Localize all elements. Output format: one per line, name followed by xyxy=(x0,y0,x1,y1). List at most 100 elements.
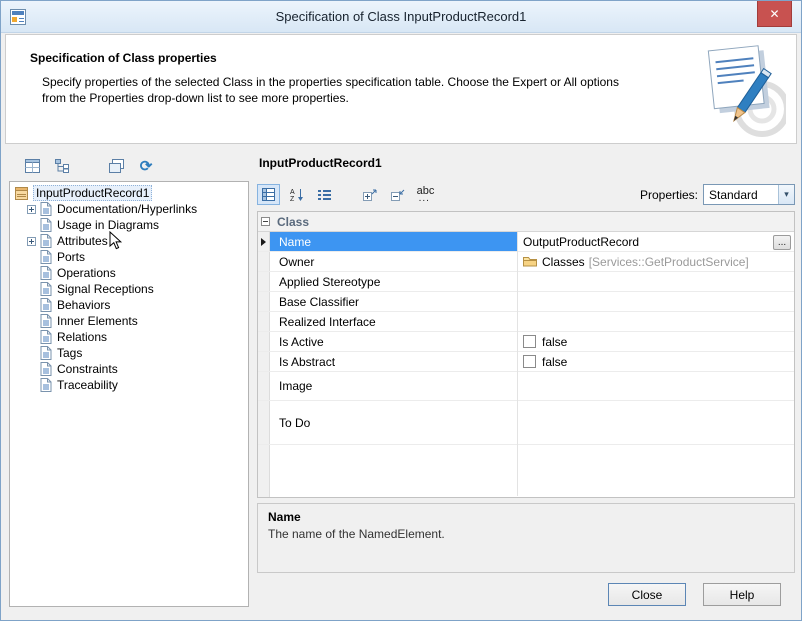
property-label[interactable]: Name xyxy=(270,232,517,251)
close-icon[interactable]: ✕ xyxy=(757,1,792,27)
class-group-header[interactable]: Class xyxy=(258,212,794,232)
tree-item-label: Relations xyxy=(57,330,107,344)
tree-item-tags[interactable]: Tags xyxy=(10,345,248,361)
tree-item-label: Signal Receptions xyxy=(57,282,154,296)
property-label[interactable]: Is Active xyxy=(270,332,517,351)
property-row-realized-interface[interactable]: Realized Interface xyxy=(258,312,794,332)
tree-item-ports[interactable]: Ports xyxy=(10,249,248,265)
titlebar[interactable]: Specification of Class InputProductRecor… xyxy=(1,1,801,33)
ellipsis-button[interactable]: ... xyxy=(773,235,791,250)
containment-tree[interactable]: InputProductRecord1 Documentation/Hyperl… xyxy=(9,181,249,607)
flat-view-icon[interactable] xyxy=(313,184,336,205)
property-value-cell[interactable] xyxy=(517,272,794,291)
document-icon xyxy=(40,250,52,264)
tree-item-signal-receptions[interactable]: Signal Receptions xyxy=(10,281,248,297)
tree-item-label: Behaviors xyxy=(57,298,110,312)
property-row-to-do[interactable]: To Do xyxy=(258,401,794,445)
property-value-cell[interactable] xyxy=(517,312,794,331)
property-value-cell[interactable]: false xyxy=(517,352,794,371)
footer: Close Help xyxy=(608,583,781,606)
document-icon xyxy=(40,346,52,360)
property-value-cell[interactable]: false xyxy=(517,332,794,351)
property-label[interactable]: Base Classifier xyxy=(270,292,517,311)
property-row-base-classifier[interactable]: Base Classifier xyxy=(258,292,794,312)
tree-item-usage-in-diagrams[interactable]: Usage in Diagrams xyxy=(10,217,248,233)
group-label: Class xyxy=(277,215,309,229)
property-row-is-active[interactable]: Is Active false xyxy=(258,332,794,352)
property-value-cell[interactable]: Classes [Services::GetProductService] xyxy=(517,252,794,271)
property-value-cell[interactable]: OutputProductRecord ... xyxy=(517,232,794,251)
close-button[interactable]: Close xyxy=(608,583,686,606)
document-icon xyxy=(40,218,52,232)
tree-item-relations[interactable]: Relations xyxy=(10,329,248,345)
collapse-icon[interactable] xyxy=(261,217,270,226)
properties-filter: Properties: Standard ▾ xyxy=(640,184,795,205)
left-toolbar: ⟳ xyxy=(9,151,249,181)
properties-selected-value: Standard xyxy=(704,188,778,202)
property-row-name[interactable]: Name OutputProductRecord ... xyxy=(258,232,794,252)
property-label[interactable]: To Do xyxy=(270,401,517,444)
tree-item-traceability[interactable]: Traceability xyxy=(10,377,248,393)
property-value-cell[interactable] xyxy=(517,372,794,400)
owner-value[interactable]: Classes xyxy=(542,255,585,269)
window-icon xyxy=(10,9,26,25)
spec-tables-icon[interactable] xyxy=(23,157,41,175)
document-icon xyxy=(40,202,52,216)
document-icon xyxy=(40,298,52,312)
containment-tree-icon[interactable] xyxy=(53,157,71,175)
document-icon xyxy=(40,234,52,248)
document-icon xyxy=(40,282,52,296)
tree-item-label: Traceability xyxy=(57,378,118,392)
property-label[interactable]: Image xyxy=(270,372,517,400)
folder-icon xyxy=(523,256,537,267)
tree-item-label: Constraints xyxy=(57,362,118,376)
properties-select[interactable]: Standard ▾ xyxy=(703,184,795,205)
property-row-owner[interactable]: Owner Classes [Services::GetProductServi… xyxy=(258,252,794,272)
document-icon xyxy=(40,378,52,392)
collapse-all-icon[interactable] xyxy=(386,184,409,205)
checkbox-unchecked[interactable] xyxy=(523,335,536,348)
document-icon xyxy=(40,314,52,328)
tree-item-label: Usage in Diagrams xyxy=(57,218,159,232)
expand-icon[interactable] xyxy=(27,205,36,214)
name-value[interactable]: OutputProductRecord xyxy=(523,235,639,249)
property-value-cell[interactable] xyxy=(517,401,794,444)
tree-item-behaviors[interactable]: Behaviors xyxy=(10,297,248,313)
chevron-down-icon[interactable]: ▾ xyxy=(778,185,794,204)
svg-text:A: A xyxy=(290,189,295,196)
owner-qualified-path: [Services::GetProductService] xyxy=(589,255,749,269)
properties-table: Class Name OutputProductRecord ... Owner… xyxy=(257,211,795,498)
property-label[interactable]: Realized Interface xyxy=(270,312,517,331)
is-active-value: false xyxy=(542,335,567,349)
tree-item-attributes[interactable]: Attributes xyxy=(10,233,248,249)
abc-filter-icon[interactable]: abc xyxy=(414,184,437,205)
clone-window-icon[interactable] xyxy=(107,157,125,175)
tree-item-documentation-hyperlinks[interactable]: Documentation/Hyperlinks xyxy=(10,201,248,217)
element-title: InputProductRecord1 xyxy=(259,156,382,170)
help-button[interactable]: Help xyxy=(703,583,781,606)
tree-item-constraints[interactable]: Constraints xyxy=(10,361,248,377)
tree-root-inputproductrecord1[interactable]: InputProductRecord1 xyxy=(10,185,248,201)
categorized-view-icon[interactable] xyxy=(257,184,280,205)
header-description-line1: Specify properties of the selected Class… xyxy=(42,74,796,90)
property-label[interactable]: Is Abstract xyxy=(270,352,517,371)
expand-icon[interactable] xyxy=(27,237,36,246)
checkbox-unchecked[interactable] xyxy=(523,355,536,368)
refresh-icon[interactable]: ⟳ xyxy=(137,157,155,175)
property-value-cell[interactable] xyxy=(517,292,794,311)
class-node-icon xyxy=(15,187,28,200)
property-row-applied-stereotype[interactable]: Applied Stereotype xyxy=(258,272,794,292)
sort-alphabetically-icon[interactable]: AZ xyxy=(285,184,308,205)
document-pencil-illustration xyxy=(698,39,786,144)
left-panel: ⟳ InputProductRecord1 Documentation/Hype… xyxy=(9,151,249,607)
tree-item-inner-elements[interactable]: Inner Elements xyxy=(10,313,248,329)
property-row-image[interactable]: Image xyxy=(258,372,794,401)
expand-all-icon[interactable] xyxy=(358,184,381,205)
tree-item-operations[interactable]: Operations xyxy=(10,265,248,281)
property-label[interactable]: Owner xyxy=(270,252,517,271)
property-row-is-abstract[interactable]: Is Abstract false xyxy=(258,352,794,372)
property-label[interactable]: Applied Stereotype xyxy=(270,272,517,291)
tree-item-label: Tags xyxy=(57,346,82,360)
document-icon xyxy=(40,266,52,280)
tree-item-label: Attributes xyxy=(57,234,108,248)
